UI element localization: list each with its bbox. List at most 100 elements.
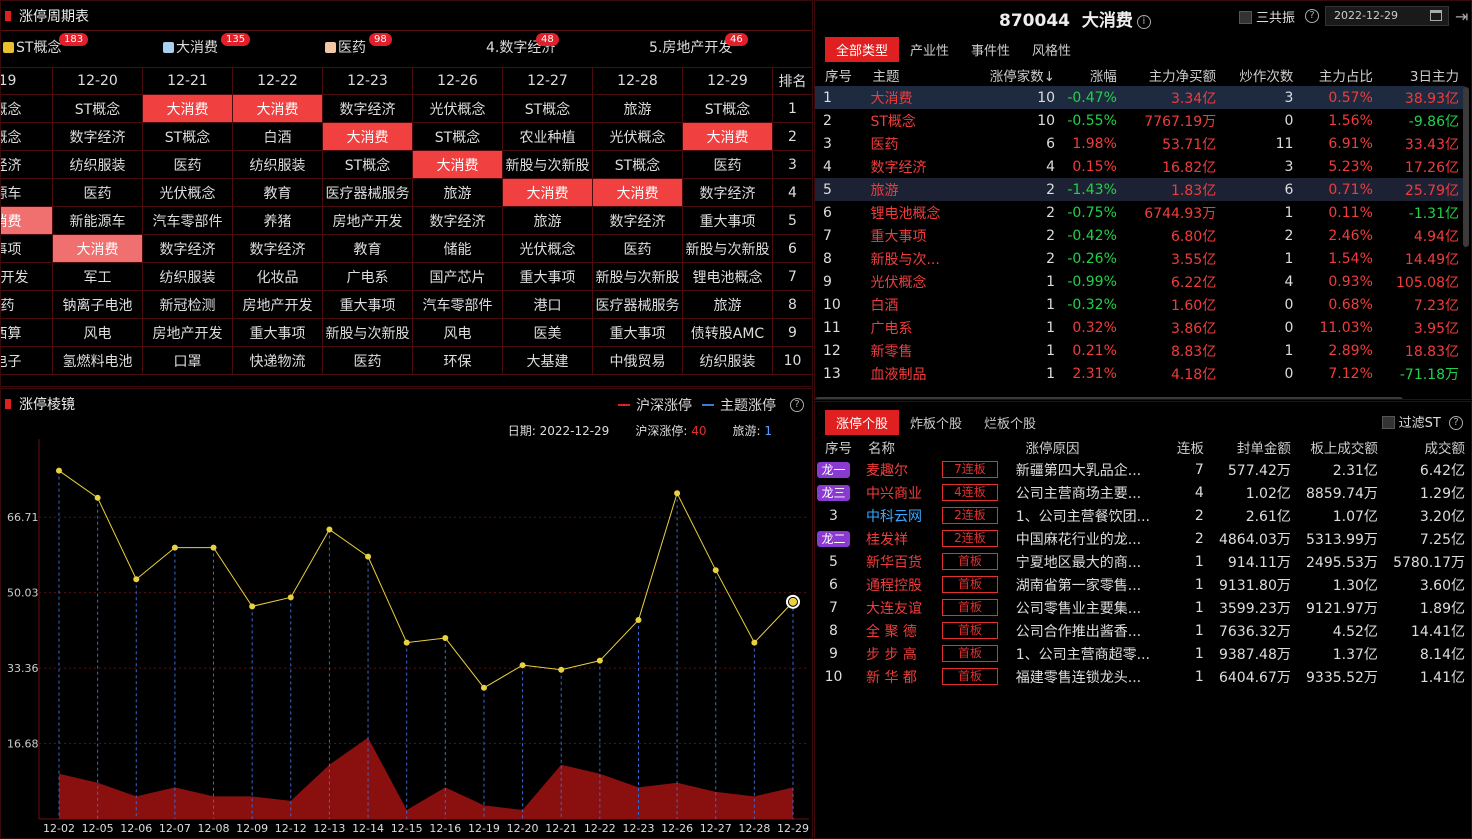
stock-tab[interactable]: 涨停个股 <box>825 410 900 435</box>
theme-cell[interactable]: 大消费 <box>323 123 413 151</box>
theme-row[interactable]: 12 新零售 1 0.21% 8.83亿 1 2.89% 18.83亿 <box>815 339 1465 362</box>
column-header[interactable]: 涨停原因 <box>938 435 1173 458</box>
theme-row[interactable]: 10 白酒 1 -0.32% 1.60亿 0 0.68% 7.23亿 <box>815 293 1465 316</box>
theme-cell[interactable]: 教育 <box>233 179 323 207</box>
column-header[interactable]: 板上成交额 <box>1297 435 1384 458</box>
theme-cell[interactable]: 产开发 <box>1 263 53 291</box>
collapse-icon[interactable]: ⇥ <box>1455 7 1468 26</box>
column-header[interactable]: 连板 <box>1173 435 1210 458</box>
theme-row[interactable]: 9 光伏概念 1 -0.99% 6.22亿 4 0.93% 105.08亿 <box>815 270 1465 293</box>
theme-cell[interactable]: 光伏概念 <box>413 95 503 123</box>
filter-st[interactable]: 过滤ST ? <box>1381 412 1463 431</box>
theme-cell[interactable]: 重大事项 <box>233 319 323 347</box>
theme-cell[interactable]: 重大事项 <box>683 207 773 235</box>
theme-cell[interactable]: 重大事项 <box>593 319 683 347</box>
stock-name[interactable]: 通程控股 <box>858 573 938 596</box>
theme-cell[interactable]: 数字经济 <box>233 235 323 263</box>
column-header[interactable]: 涨停家数↓ <box>973 63 1061 86</box>
type-tab[interactable]: 风格性 <box>1021 37 1082 62</box>
stock-row[interactable]: 3 中科云网 2连板 1、公司主营餐饮团... 2 2.61亿 1.07亿 3.20亿 <box>815 504 1471 527</box>
stock-name[interactable]: 新 华 都 <box>858 665 938 688</box>
help-icon[interactable]: ? <box>1305 9 1320 23</box>
stock-row[interactable]: 龙三 中兴商业 4连板 公司主营商场主要... 4 1.02亿 8859.74万 1.29亿 <box>815 481 1471 504</box>
theme-cell[interactable]: 港口 <box>503 291 593 319</box>
theme-cell[interactable]: 氢燃料电池 <box>53 347 143 375</box>
theme-cell[interactable]: 旅游 <box>413 179 503 207</box>
stock-name[interactable]: 步 步 高 <box>858 642 938 665</box>
column-header[interactable]: 成交额 <box>1384 435 1471 458</box>
theme-cell[interactable]: 大消费 <box>233 95 323 123</box>
theme-cell[interactable]: 养猪 <box>233 207 323 235</box>
theme-cell[interactable]: 大消费 <box>53 235 143 263</box>
theme-cell[interactable]: 快递物流 <box>233 347 323 375</box>
limit-reason[interactable]: 中国麻花行业的龙... <box>1012 527 1173 550</box>
theme-cell[interactable]: 纺织服装 <box>53 151 143 179</box>
theme-cell[interactable]: 数字经济 <box>143 235 233 263</box>
theme-cell[interactable]: 口罩 <box>143 347 233 375</box>
stock-row[interactable]: 龙一 麦趣尔 7连板 新疆第四大乳品企... 7 577.42万 2.31亿 6.42亿 <box>815 458 1471 481</box>
theme-cell[interactable]: 新冠检测 <box>143 291 233 319</box>
theme-cell[interactable]: 债转股AMC <box>683 319 773 347</box>
column-header[interactable]: 序号 <box>815 63 862 86</box>
theme-row[interactable]: 1 大消费 10 -0.47% 3.34亿 3 0.57% 38.93亿 <box>815 86 1465 109</box>
stock-name[interactable]: 新华百货 <box>858 550 938 573</box>
theme-cell[interactable]: 中俄贸易 <box>593 347 683 375</box>
theme-cell[interactable]: 农业种植 <box>503 123 593 151</box>
theme-cell[interactable]: 国产芯片 <box>413 263 503 291</box>
theme-cell[interactable]: 钠离子电池 <box>53 291 143 319</box>
column-header[interactable]: 封单金额 <box>1210 435 1297 458</box>
theme-cell[interactable]: 风电 <box>413 319 503 347</box>
help-icon[interactable]: ? <box>790 398 804 412</box>
theme-row[interactable]: 8 新股与次... 2 -0.26% 3.55亿 1 1.54% 14.49亿 <box>815 247 1465 270</box>
resonance-toggle[interactable]: 三共振 <box>1239 7 1295 26</box>
limit-reason[interactable]: 新疆第四大乳品企... <box>1012 458 1173 481</box>
stock-name[interactable]: 中科云网 <box>858 504 938 527</box>
theme-cell[interactable]: 房地产开发 <box>143 319 233 347</box>
theme-cell[interactable]: 医疗器械服务 <box>593 291 683 319</box>
horizontal-scrollbar[interactable] <box>815 397 1403 399</box>
theme-row[interactable]: 5 旅游 2 -1.43% 1.83亿 6 0.71% 25.79亿 <box>815 178 1465 201</box>
theme-cell[interactable]: 房地产开发 <box>233 291 323 319</box>
theme-cell[interactable]: 西算 <box>1 319 53 347</box>
column-header[interactable]: 主题 <box>862 63 972 86</box>
vertical-scrollbar[interactable] <box>1463 87 1469 247</box>
theme-cell[interactable]: ST概念 <box>53 95 143 123</box>
theme-cell[interactable]: ST概念 <box>683 95 773 123</box>
theme-cell[interactable]: 房地产开发 <box>323 207 413 235</box>
theme-cell[interactable]: 医药 <box>143 151 233 179</box>
column-header[interactable]: 主力占比 <box>1299 63 1378 86</box>
theme-cell[interactable]: 新股与次新股 <box>593 263 683 291</box>
theme-tab[interactable]: ST概念 183 <box>3 33 89 57</box>
theme-cell[interactable]: 医药 <box>683 151 773 179</box>
theme-cell[interactable]: ST概念 <box>413 123 503 151</box>
theme-cell[interactable]: 事项 <box>1 235 53 263</box>
theme-cell[interactable]: 大消费 <box>143 95 233 123</box>
theme-row[interactable]: 7 重大事项 2 -0.42% 6.80亿 2 2.46% 4.94亿 <box>815 224 1465 247</box>
stock-row[interactable]: 10 新 华 都首板 福建零售连锁龙头... 1 6404.67万 9335.52万 1.4… <box>815 665 1471 688</box>
theme-cell[interactable]: ST概念 <box>323 151 413 179</box>
stock-row[interactable]: 8 全 聚 德首板 公司合作推出酱香... 1 7636.32万 4.52亿 14.41亿 <box>815 619 1471 642</box>
column-header[interactable]: 主力净买额 <box>1123 63 1222 86</box>
theme-cell[interactable]: 医药 <box>593 235 683 263</box>
limit-reason[interactable]: 1、公司主营商超零... <box>1012 642 1173 665</box>
limit-reason[interactable]: 宁夏地区最大的商... <box>1012 550 1173 573</box>
limit-reason[interactable]: 公司零售业主要集... <box>1012 596 1173 619</box>
type-tab[interactable]: 产业性 <box>899 37 960 62</box>
theme-cell[interactable]: 锂电池概念 <box>683 263 773 291</box>
theme-cell[interactable]: 新股与次新股 <box>323 319 413 347</box>
theme-cell[interactable]: 环保 <box>413 347 503 375</box>
theme-row[interactable]: 4 数字经济 4 0.15% 16.82亿 3 5.23% 17.26亿 <box>815 155 1465 178</box>
limit-reason[interactable]: 湖南省第一家零售... <box>1012 573 1173 596</box>
theme-cell[interactable]: 储能 <box>413 235 503 263</box>
theme-cell[interactable]: 数字经济 <box>323 95 413 123</box>
stock-row[interactable]: 5 新华百货 首板 宁夏地区最大的商... 1 914.11万 2495.53万 5780.1… <box>815 550 1471 573</box>
info-icon[interactable]: i <box>1136 15 1151 29</box>
column-header[interactable]: 序号 <box>815 435 858 458</box>
limit-reason[interactable]: 公司主营商场主要... <box>1012 481 1173 504</box>
stock-tab[interactable]: 烂板个股 <box>973 410 1047 435</box>
theme-cell[interactable]: 旅游 <box>593 95 683 123</box>
theme-cell[interactable]: 光伏概念 <box>503 235 593 263</box>
type-tab[interactable]: 事件性 <box>960 37 1021 62</box>
theme-row[interactable]: 6 锂电池概念 2 -0.75% 6744.93万 1 0.11% -1.31亿 <box>815 201 1465 224</box>
theme-cell[interactable]: 大消费 <box>593 179 683 207</box>
